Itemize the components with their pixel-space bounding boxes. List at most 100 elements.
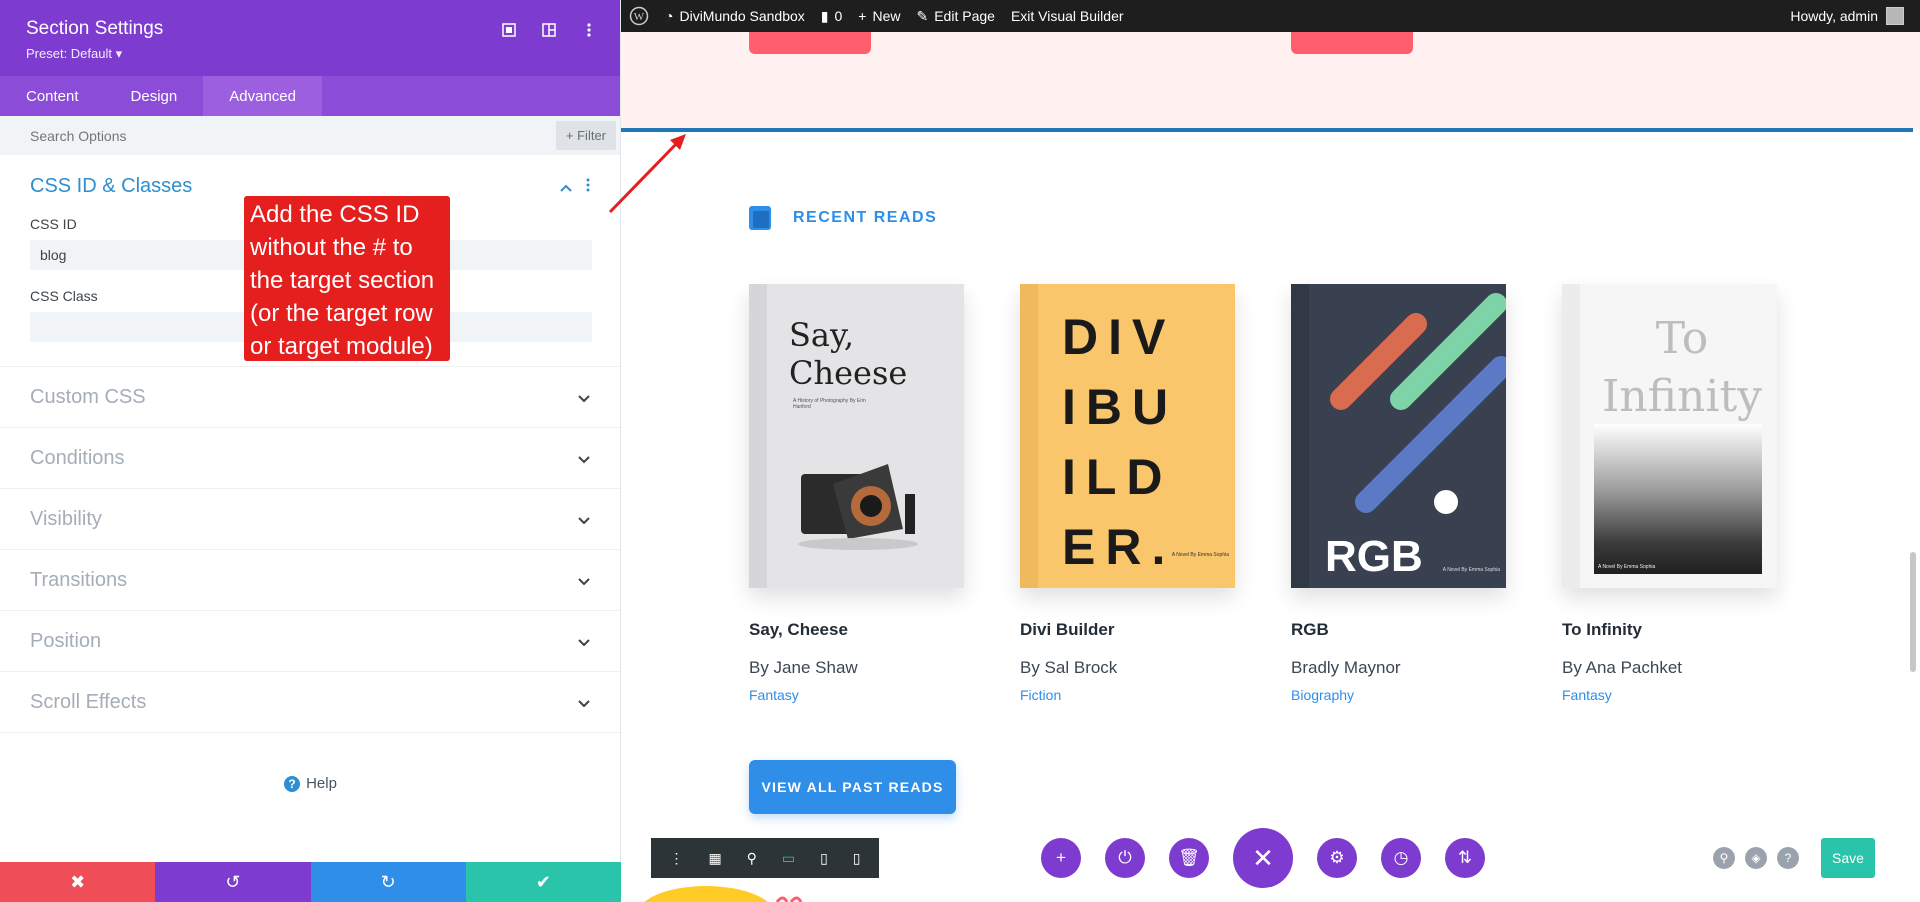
clock-icon: ◷ bbox=[1393, 848, 1409, 867]
chevron-down-icon bbox=[578, 386, 590, 409]
pink-button[interactable] bbox=[749, 32, 871, 54]
comments-link[interactable]: ▮ 0 bbox=[821, 8, 843, 25]
book-genre[interactable]: Fantasy bbox=[1562, 687, 1777, 703]
page-settings-button[interactable]: ⚙ bbox=[1317, 838, 1357, 878]
book-cover[interactable]: Say, Cheese A History of Photography By … bbox=[749, 284, 964, 588]
tab-design[interactable]: Design bbox=[105, 76, 204, 116]
position-title: Position bbox=[30, 629, 102, 652]
cover-line: ILD bbox=[1062, 449, 1173, 505]
css-section-title[interactable]: CSS ID & Classes bbox=[30, 175, 192, 198]
portability-button[interactable]: ⇅ bbox=[1445, 838, 1485, 878]
pink-button[interactable] bbox=[1291, 32, 1413, 54]
zoom-icon[interactable]: ⚲ bbox=[747, 850, 757, 867]
book-genre[interactable]: Fantasy bbox=[749, 687, 964, 703]
site-name-link[interactable]: ◔ DiviMundo Sandbox bbox=[665, 8, 805, 24]
book-title[interactable]: Divi Builder bbox=[1020, 620, 1235, 640]
decorative-marks bbox=[775, 896, 803, 902]
sort-arrows-icon: ⇅ bbox=[1457, 848, 1473, 867]
clear-layout-button[interactable]: 🗑 bbox=[1169, 838, 1209, 878]
close-builder-button[interactable]: ✕ bbox=[1233, 828, 1293, 888]
phone-view-icon[interactable]: ▯ bbox=[853, 850, 861, 867]
annotation-callout: Add the CSS ID without the # to the targ… bbox=[244, 196, 450, 361]
search-icon[interactable]: ⚲ bbox=[1713, 847, 1735, 869]
comment-count: 0 bbox=[834, 8, 843, 24]
book-cover[interactable]: To Infinity A Novel By Emma Sophia bbox=[1562, 284, 1777, 588]
book-genre[interactable]: Biography bbox=[1291, 687, 1506, 703]
scroll-effects-section[interactable]: Scroll Effects bbox=[0, 672, 620, 733]
cover-title: RGB bbox=[1325, 532, 1423, 581]
book-title[interactable]: RGB bbox=[1291, 620, 1506, 640]
search-options-input[interactable] bbox=[30, 127, 330, 144]
help-link[interactable]: ? Help bbox=[0, 775, 621, 792]
avatar bbox=[1886, 7, 1904, 25]
mountain-image bbox=[1594, 424, 1762, 574]
undo-button[interactable]: ↺ bbox=[155, 862, 311, 902]
edit-page-link[interactable]: ✎ Edit Page bbox=[916, 8, 994, 25]
fullscreen-icon[interactable] bbox=[498, 19, 520, 41]
save-settings-button[interactable]: ✔ bbox=[465, 862, 621, 902]
save-page-button[interactable]: Save bbox=[1821, 838, 1875, 878]
position-section[interactable]: Position bbox=[0, 611, 620, 672]
camera-image bbox=[798, 464, 918, 550]
exit-visual-builder-link[interactable]: Exit Visual Builder bbox=[1011, 8, 1124, 24]
book-card[interactable]: DIV IBU ILD ER. A Novel By Emma Sophia D… bbox=[1020, 284, 1235, 703]
custom-css-section[interactable]: Custom CSS bbox=[0, 367, 620, 428]
transitions-section[interactable]: Transitions bbox=[0, 550, 620, 611]
redo-button[interactable]: ↻ bbox=[310, 862, 466, 902]
panel-header: Section Settings Preset: Default ▾ bbox=[0, 0, 620, 76]
site-name: DiviMundo Sandbox bbox=[679, 8, 805, 24]
history-button[interactable]: ◷ bbox=[1381, 838, 1421, 878]
book-author: By Ana Pachket bbox=[1562, 658, 1683, 677]
tab-content[interactable]: Content bbox=[0, 76, 105, 116]
chevron-down-icon bbox=[578, 569, 590, 592]
book-cover[interactable]: DIV IBU ILD ER. A Novel By Emma Sophia bbox=[1020, 284, 1235, 588]
wireframe-icon[interactable]: ▦ bbox=[708, 850, 721, 867]
cover-line: IBU bbox=[1062, 379, 1179, 435]
book-card[interactable]: To Infinity A Novel By Emma Sophia To In… bbox=[1562, 284, 1777, 703]
book-title[interactable]: To Infinity bbox=[1562, 620, 1777, 640]
chevron-down-icon bbox=[578, 691, 590, 714]
book-icon bbox=[749, 206, 771, 230]
new-link[interactable]: + New bbox=[858, 8, 900, 24]
rgb-stripes-image bbox=[1330, 293, 1506, 514]
user-menu[interactable]: Howdy, admin bbox=[1790, 7, 1904, 25]
tab-advanced[interactable]: Advanced bbox=[203, 76, 322, 116]
book-author: Bradly Maynor bbox=[1291, 658, 1401, 677]
wp-admin-bar: W ◔ DiviMundo Sandbox ▮ 0 + New ✎ Edit P… bbox=[621, 0, 1920, 32]
columns-layout-icon[interactable] bbox=[538, 19, 560, 41]
power-icon: ⏻ bbox=[1118, 848, 1132, 867]
book-title[interactable]: Say, Cheese bbox=[749, 620, 964, 640]
dashboard-icon: ◔ bbox=[665, 8, 674, 24]
pencil-icon: ✎ bbox=[916, 7, 929, 24]
help-icon: ? bbox=[284, 775, 301, 792]
chevron-down-icon bbox=[578, 508, 590, 531]
help-icon[interactable]: ? bbox=[1777, 847, 1799, 869]
book-card[interactable]: Say, Cheese A History of Photography By … bbox=[749, 284, 964, 703]
discard-button[interactable]: ✖ bbox=[0, 862, 156, 902]
conditions-section[interactable]: Conditions bbox=[0, 428, 620, 489]
page-scrollbar[interactable] bbox=[1910, 552, 1916, 672]
tablet-view-icon[interactable]: ▯ bbox=[820, 850, 828, 867]
trash-icon: 🗑 bbox=[1178, 848, 1200, 867]
visibility-section[interactable]: Visibility bbox=[0, 489, 620, 550]
book-cover[interactable]: RGB A Novel By Emma Sophia bbox=[1291, 284, 1506, 588]
layers-icon[interactable]: ◈ bbox=[1745, 847, 1767, 869]
book-card[interactable]: RGB A Novel By Emma Sophia RGB Bradly Ma… bbox=[1291, 284, 1506, 703]
book-genre[interactable]: Fiction bbox=[1020, 687, 1235, 703]
preset-dropdown[interactable]: Preset: Default ▾ bbox=[26, 46, 594, 62]
view-all-past-reads-button[interactable]: VIEW ALL PAST READS bbox=[749, 760, 956, 814]
chevron-up-icon[interactable] bbox=[560, 175, 572, 198]
section-highlight-border bbox=[621, 128, 1913, 132]
menu-dots-icon[interactable]: ⋮ bbox=[669, 850, 683, 867]
wordpress-logo-icon[interactable]: W bbox=[629, 6, 649, 26]
add-button[interactable]: + bbox=[1041, 838, 1081, 878]
section-more-icon[interactable] bbox=[586, 175, 590, 198]
recent-reads-title: RECENT READS bbox=[793, 209, 938, 226]
load-layout-button[interactable]: ⏻ bbox=[1105, 838, 1145, 878]
comment-icon: ▮ bbox=[820, 7, 829, 24]
section-settings-panel: Section Settings Preset: Default ▾ Conte… bbox=[0, 0, 621, 902]
cover-subtitle: A Novel By Emma Sophia bbox=[1171, 552, 1229, 558]
desktop-view-icon[interactable]: ▭ bbox=[782, 850, 795, 867]
more-options-icon[interactable] bbox=[578, 19, 600, 41]
chevron-down-icon bbox=[578, 447, 590, 470]
